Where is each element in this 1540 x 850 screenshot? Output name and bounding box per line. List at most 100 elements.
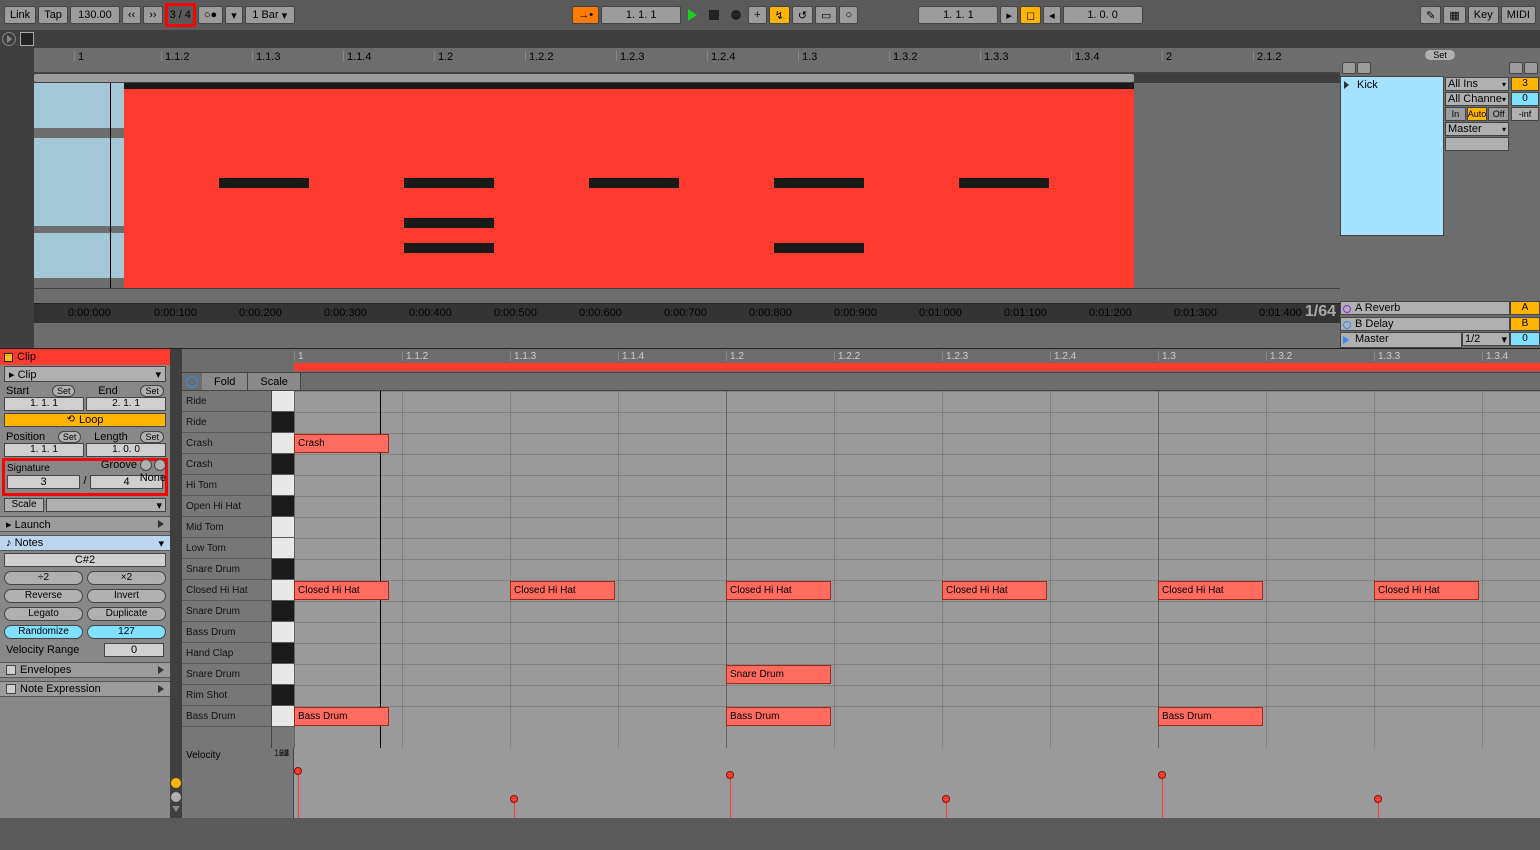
overview-toggle[interactable] <box>2 32 16 46</box>
piano-key[interactable] <box>272 664 294 685</box>
velocity-marker[interactable] <box>942 795 950 803</box>
fold-tab[interactable]: Fold <box>202 373 248 390</box>
play-button[interactable] <box>683 6 702 24</box>
piano-key[interactable] <box>272 433 294 454</box>
tap-button[interactable]: Tap <box>38 6 68 24</box>
automation-arm-button[interactable]: ↯ <box>769 6 790 24</box>
position-set-button[interactable]: Set <box>58 431 82 443</box>
piano-key[interactable] <box>272 517 294 538</box>
monitor-auto[interactable]: Auto <box>1467 107 1488 121</box>
piano-key[interactable] <box>272 454 294 475</box>
piano-key[interactable] <box>272 391 294 412</box>
link-button[interactable]: Link <box>4 6 36 24</box>
piano-key[interactable] <box>272 559 294 580</box>
transpose-down-button[interactable]: ÷2 <box>4 571 83 585</box>
piano-key[interactable] <box>272 538 294 559</box>
midi-note[interactable]: Crash <box>294 434 389 453</box>
reverse-button[interactable]: Reverse <box>4 589 83 603</box>
midi-note[interactable]: Snare Drum <box>726 665 831 684</box>
arrangement-time-ruler[interactable]: 1/64 0:00:0000:00:1000:00:2000:00:3000:0… <box>34 303 1340 323</box>
master-out-select[interactable]: 1/2▾ <box>1462 332 1510 346</box>
nudge-up-button[interactable]: ›› <box>143 6 162 24</box>
note-expression-section[interactable]: Note Expression <box>0 681 170 697</box>
reenable-automation-button[interactable]: ↺ <box>792 6 813 24</box>
arrangement-main[interactable]: 11.1.21.1.31.1.41.21.2.21.2.31.2.41.31.3… <box>34 48 1340 348</box>
duplicate-button[interactable]: Duplicate <box>87 607 166 621</box>
velocity-marker[interactable] <box>510 795 518 803</box>
velocity-marker[interactable] <box>1374 795 1382 803</box>
return-b[interactable]: B Delay <box>1340 317 1510 331</box>
velocity-marker[interactable] <box>294 767 302 775</box>
piano-key[interactable] <box>272 412 294 433</box>
midi-map-button[interactable]: MIDI <box>1501 6 1536 24</box>
transpose-up-button[interactable]: ×2 <box>87 571 166 585</box>
midi-note[interactable]: Bass Drum <box>294 707 389 726</box>
master-track[interactable]: Master <box>1340 332 1462 348</box>
io-toggle[interactable] <box>1509 62 1523 74</box>
track-inf-value[interactable]: -inf <box>1511 107 1539 121</box>
track-add2-button[interactable] <box>1357 62 1371 74</box>
monitor-off[interactable]: Off <box>1488 107 1509 121</box>
automation-lane[interactable] <box>34 288 1340 303</box>
midi-note[interactable]: Closed Hi Hat <box>510 581 615 600</box>
timesig-numerator[interactable]: 3 <box>170 9 176 21</box>
key-map-button[interactable]: Key <box>1468 6 1499 24</box>
midi-note[interactable]: Closed Hi Hat <box>1158 581 1263 600</box>
quantize-menu[interactable]: 1 Bar ▾ <box>245 6 295 24</box>
input-chan-select[interactable]: All Channe▾ <box>1445 92 1509 106</box>
nudge-down-button[interactable]: ‹‹ <box>122 6 141 24</box>
scale-toggle[interactable]: Scale <box>4 498 44 512</box>
send-b-value[interactable]: 0 <box>1511 92 1539 106</box>
groove-hot-button[interactable] <box>140 459 152 471</box>
clip-sig-num[interactable]: 3 <box>7 475 80 489</box>
arrangement-tracks[interactable] <box>34 83 1340 288</box>
piano-key[interactable] <box>272 601 294 622</box>
set-chip[interactable]: Set <box>1425 50 1455 60</box>
end-set-button[interactable]: Set <box>140 385 164 397</box>
return-b-letter[interactable]: B <box>1510 317 1540 331</box>
output-select[interactable]: Master▾ <box>1445 122 1509 136</box>
randomize-button[interactable]: Randomize <box>4 625 83 639</box>
midi-grid[interactable]: RideRideCrashCrashHi TomOpen Hi HatMid T… <box>182 391 1540 748</box>
lock-toggle[interactable] <box>1524 62 1538 74</box>
piano-key[interactable] <box>272 643 294 664</box>
timesig-denominator[interactable]: 4 <box>185 9 191 21</box>
midi-note[interactable]: Closed Hi Hat <box>726 581 831 600</box>
punch-in-position[interactable]: 1. 1. 1 <box>918 6 998 24</box>
velocity-marker-icon[interactable] <box>171 778 181 788</box>
piano-key[interactable] <box>272 475 294 496</box>
piano-key[interactable] <box>272 580 294 601</box>
piano-key[interactable] <box>272 685 294 706</box>
loop-toggle[interactable]: ⟲ Loop <box>4 413 166 427</box>
session-record-button[interactable]: ○ <box>839 6 858 24</box>
groove-commit-button[interactable] <box>154 459 166 471</box>
midi-note[interactable]: Closed Hi Hat <box>1374 581 1479 600</box>
midi-note[interactable]: Closed Hi Hat <box>294 581 389 600</box>
scale-select[interactable]: ▾ <box>46 498 166 512</box>
scrollbar-thumb[interactable] <box>34 74 1134 82</box>
midi-note[interactable]: Closed Hi Hat <box>942 581 1047 600</box>
gutter-collapse-icon[interactable] <box>172 806 180 812</box>
start-value[interactable]: 1. 1. 1 <box>4 397 84 411</box>
midi-ruler[interactable]: 11.1.21.1.31.1.41.21.2.21.2.31.2.41.31.3… <box>182 349 1540 373</box>
clip-title-bar[interactable]: Clip <box>0 349 170 365</box>
record-button[interactable] <box>726 6 746 24</box>
punch-in-button[interactable]: ▸ <box>1000 6 1018 24</box>
loop-length[interactable]: 1. 0. 0 <box>1063 6 1143 24</box>
piano-key[interactable] <box>272 622 294 643</box>
punch-out-button[interactable]: ◂ <box>1043 6 1061 24</box>
midi-loop-brace[interactable] <box>294 363 1540 371</box>
arrangement-beat-ruler[interactable]: 11.1.21.1.31.1.41.21.2.21.2.31.2.41.31.3… <box>34 48 1340 73</box>
stop-button[interactable] <box>704 6 724 24</box>
velocity-lane[interactable]: Velocity 127 95 64 32 <box>182 748 1540 818</box>
track-header-kick[interactable]: Kick <box>1340 76 1444 236</box>
overdub-button[interactable]: + <box>748 6 766 24</box>
draw-mode-button[interactable]: ✎ <box>1420 6 1441 24</box>
length-value[interactable]: 1. 0. 0 <box>86 443 166 457</box>
piano-key[interactable] <box>272 706 294 727</box>
metronome-toggle[interactable]: ○● <box>198 6 223 24</box>
piano-key[interactable] <box>272 496 294 517</box>
follow-button[interactable]: →• <box>572 6 599 24</box>
return-a-letter[interactable]: A <box>1510 301 1540 315</box>
arrangement-position[interactable]: 1. 1. 1 <box>601 6 681 24</box>
